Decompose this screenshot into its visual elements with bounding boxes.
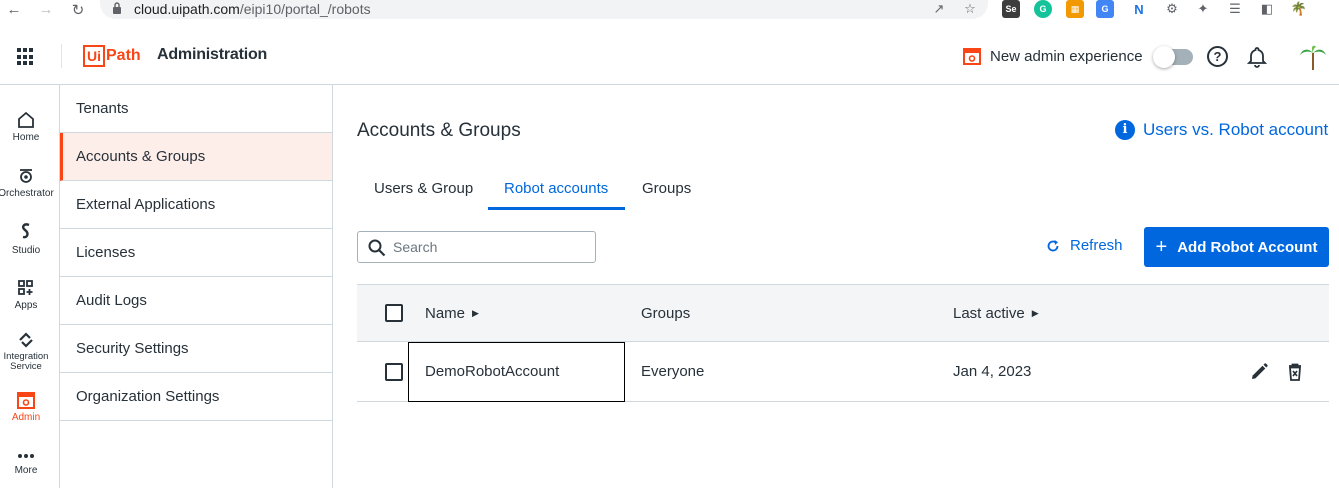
notifications-bell-icon[interactable] — [1247, 46, 1267, 68]
admin-icon — [17, 392, 35, 409]
profile-avatar-icon[interactable]: 🌴 — [1290, 0, 1308, 18]
studio-icon — [21, 223, 30, 239]
add-robot-account-label: Add Robot Account — [1177, 238, 1318, 256]
column-name-label: Name — [425, 305, 466, 322]
rail-label-admin: Admin — [11, 412, 41, 423]
search-icon — [368, 239, 386, 257]
column-header-name[interactable]: Name ▶ — [425, 305, 479, 322]
rail-label-studio: Studio — [11, 245, 41, 256]
url-text[interactable]: cloud.uipath.com/eipi10/portal_/robots — [134, 1, 371, 17]
browser-toolbar: ← → ↻ cloud.uipath.com/eipi10/portal_/ro… — [0, 0, 1339, 19]
rail-label-more: More — [14, 465, 38, 476]
sidebar-item-security-settings[interactable]: Security Settings — [60, 325, 332, 373]
page-title: Accounts & Groups — [357, 120, 521, 141]
add-robot-account-button[interactable]: + Add Robot Account — [1144, 227, 1329, 267]
product-title: Administration — [157, 46, 268, 63]
apps-icon — [18, 280, 33, 295]
sidebar-item-licenses[interactable]: Licenses — [60, 229, 332, 277]
sort-arrow-icon: ▶ — [472, 308, 479, 318]
column-last-active-label: Last active — [953, 305, 1025, 322]
new-admin-experience-toggle[interactable] — [1153, 46, 1193, 68]
star-icon[interactable]: ☆ — [961, 0, 979, 18]
row-last-active: Jan 4, 2023 — [953, 363, 1032, 380]
header-divider — [61, 44, 62, 68]
info-icon: i — [1115, 120, 1135, 140]
left-nav-rail: Home Orchestrator Studio Apps Integratio… — [0, 85, 60, 488]
app-switcher-icon[interactable] — [17, 48, 35, 66]
rail-label-apps: Apps — [14, 300, 38, 311]
users-vs-robot-link[interactable]: i Users vs. Robot account — [1115, 120, 1328, 140]
sidebar-item-external-applications[interactable]: External Applications — [60, 181, 332, 229]
table-header: Name ▶ Groups Last active ▶ — [357, 284, 1329, 342]
toggle-knob — [1153, 46, 1175, 68]
select-all-checkbox[interactable] — [385, 304, 403, 322]
column-groups-label: Groups — [641, 305, 691, 322]
rail-label-home: Home — [12, 132, 40, 143]
extension-gear-icon[interactable]: ⚙ — [1163, 0, 1181, 18]
url-host: cloud.uipath.com — [134, 1, 240, 17]
edit-pencil-icon[interactable] — [1248, 361, 1270, 383]
logo-ui: Ui — [83, 45, 105, 67]
rail-label-service: Service — [10, 361, 42, 372]
app-header: Ui Path Administration New admin experien… — [0, 26, 1339, 85]
rail-item-home[interactable]: Home — [0, 110, 52, 143]
tab-robot-accounts[interactable]: Robot accounts — [504, 180, 608, 197]
plus-icon: + — [1155, 236, 1168, 258]
uipath-logo[interactable]: Ui Path — [83, 45, 141, 67]
sidebar-item-organization-settings[interactable]: Organization Settings — [60, 373, 332, 421]
column-header-last-active[interactable]: Last active ▶ — [953, 305, 1039, 322]
integration-service-icon — [19, 332, 33, 348]
users-vs-robot-label: Users vs. Robot account — [1143, 120, 1329, 139]
extension-orange-icon[interactable]: ▦ — [1066, 0, 1084, 18]
tab-users-group[interactable]: Users & Group — [374, 180, 473, 197]
admin-experience-icon — [963, 48, 981, 65]
side-panel-icon[interactable]: ◧ — [1258, 0, 1276, 18]
rail-item-studio[interactable]: Studio — [0, 221, 52, 256]
rail-item-apps[interactable]: Apps — [0, 278, 52, 311]
back-arrow-icon[interactable]: ← — [4, 0, 24, 19]
reload-icon[interactable]: ↻ — [68, 0, 88, 19]
refresh-icon — [1047, 239, 1059, 251]
user-avatar-icon[interactable] — [1299, 45, 1327, 71]
column-header-groups: Groups — [641, 305, 690, 322]
delete-trash-icon[interactable] — [1284, 361, 1306, 383]
table-row[interactable]: DemoRobotAccount Everyone Jan 4, 2023 — [357, 342, 1329, 402]
rail-label-orchestrator: Orchestrator — [0, 188, 54, 199]
row-groups: Everyone — [641, 363, 705, 380]
sidebar-item-accounts-groups[interactable]: Accounts & Groups — [60, 133, 332, 181]
help-icon[interactable]: ? — [1207, 46, 1228, 67]
search-field[interactable] — [357, 231, 596, 263]
rail-item-orchestrator[interactable]: Orchestrator — [0, 166, 54, 199]
sidebar-item-audit-logs[interactable]: Audit Logs — [60, 277, 332, 325]
sidebar-item-tenants[interactable]: Tenants — [60, 85, 332, 133]
forward-arrow-icon[interactable]: → — [36, 0, 56, 19]
row-checkbox[interactable] — [385, 363, 403, 381]
url-path: /eipi10/portal_/robots — [239, 1, 371, 17]
sort-arrow-icon: ▶ — [1031, 308, 1039, 318]
selenium-extension-icon[interactable]: Se — [1002, 0, 1020, 18]
rail-item-admin[interactable]: Admin — [0, 390, 52, 423]
rail-item-more[interactable]: More — [0, 449, 52, 476]
extensions-puzzle-icon[interactable]: ✦ — [1194, 0, 1212, 18]
grammarly-extension-icon[interactable]: G — [1034, 0, 1052, 18]
search-input[interactable] — [393, 237, 588, 257]
row-name[interactable]: DemoRobotAccount — [425, 363, 559, 380]
refresh-label: Refresh — [1070, 237, 1123, 254]
home-icon — [18, 111, 34, 128]
extension-n-icon[interactable]: N — [1130, 0, 1148, 18]
active-tab-indicator — [488, 207, 625, 210]
lock-icon — [113, 2, 121, 14]
admin-sidebar: Tenants Accounts & Groups External Appli… — [60, 85, 333, 488]
rail-item-integration-service[interactable]: Integration Service — [0, 330, 52, 372]
refresh-button[interactable]: Refresh — [1046, 237, 1123, 254]
new-admin-experience-label: New admin experience — [990, 48, 1143, 65]
media-playlist-icon[interactable]: ☰ — [1226, 0, 1244, 18]
translate-extension-icon[interactable]: G — [1096, 0, 1114, 18]
orchestrator-icon — [20, 169, 32, 183]
logo-path: Path — [106, 47, 141, 64]
tab-groups[interactable]: Groups — [642, 180, 691, 197]
more-icon — [18, 454, 34, 458]
share-icon[interactable]: ↗ — [930, 0, 948, 18]
